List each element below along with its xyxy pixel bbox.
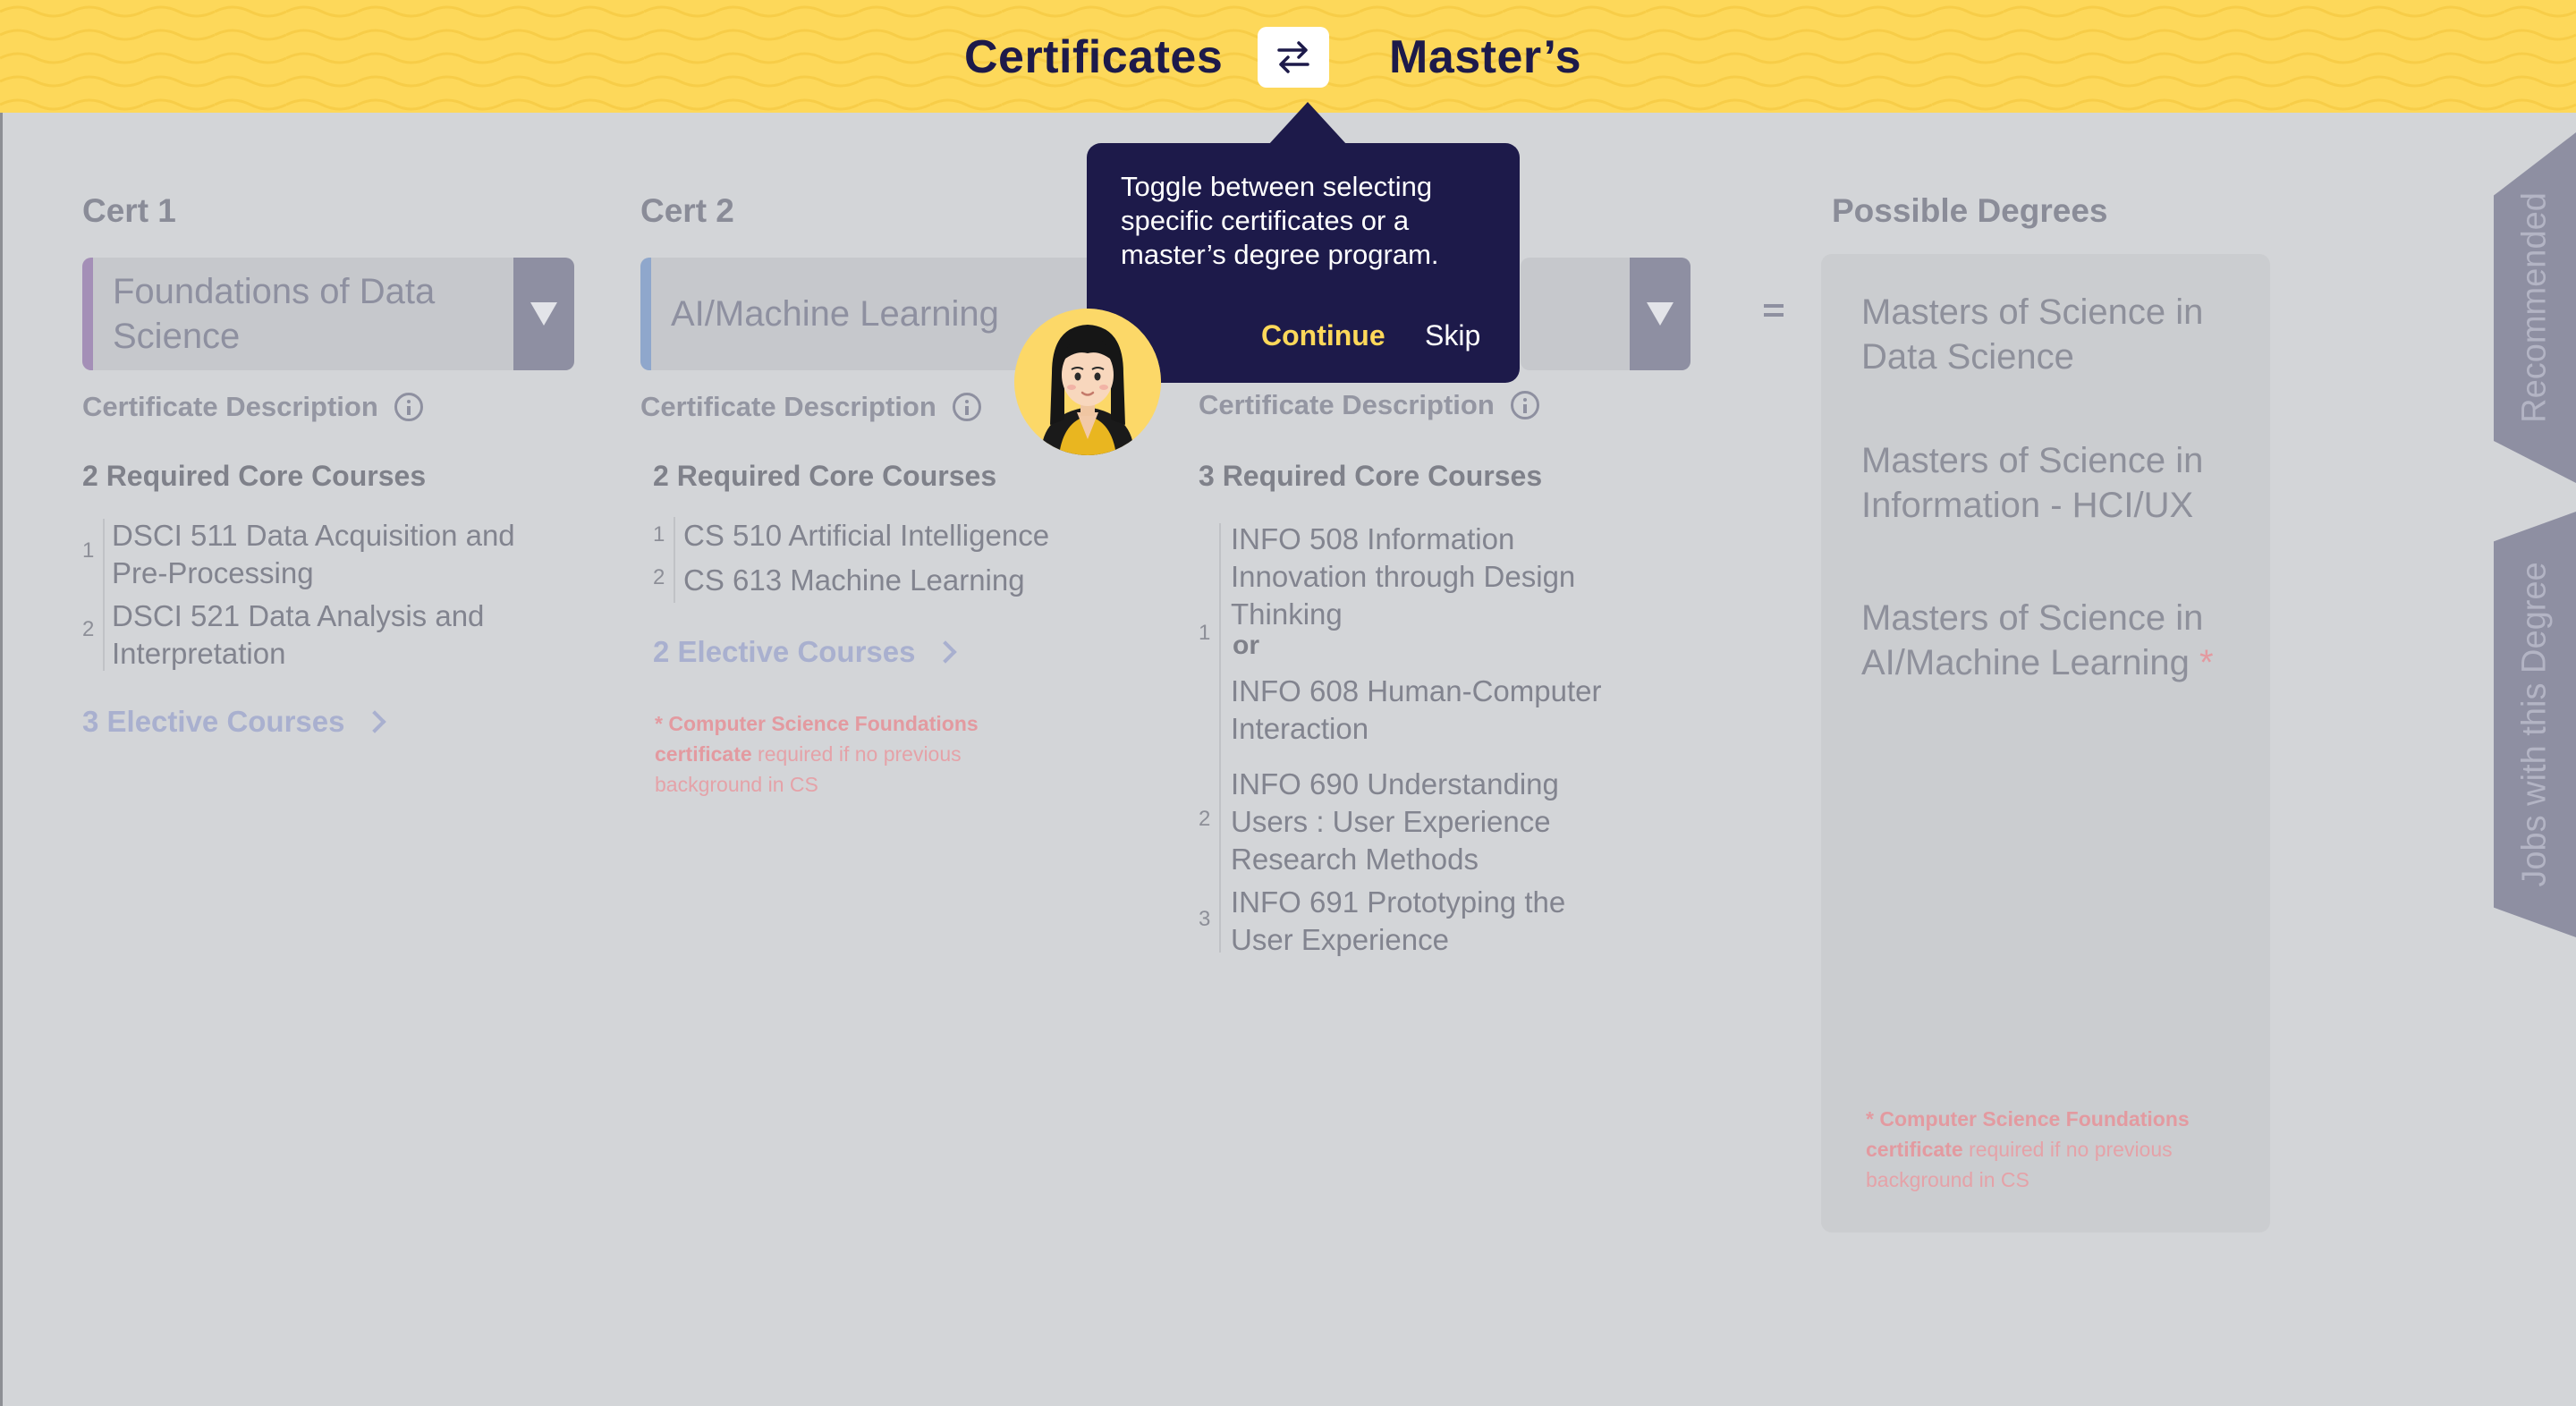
cert2-description-link[interactable]: Certificate Description <box>640 391 981 423</box>
swap-arrows-icon <box>1277 41 1309 73</box>
masters-mode-label[interactable]: Master’s <box>1389 30 1581 84</box>
mode-header: Certificates Master’s <box>0 0 2576 113</box>
cert1-dropdown-caret[interactable] <box>513 258 574 370</box>
cert2-course-bracket <box>674 517 675 603</box>
course-number: 1 <box>653 522 665 546</box>
girl-avatar-icon <box>1014 309 1161 455</box>
course-number: 1 <box>82 538 95 563</box>
cert1-selected-value: Foundations of Data Science <box>113 272 436 356</box>
cert1-title: Cert 1 <box>82 192 176 229</box>
cert1-course-bracket <box>103 519 105 671</box>
course-number: 3 <box>1199 907 1211 931</box>
chevron-down-icon <box>1647 302 1674 326</box>
course-item: CS 613 Machine Learning <box>683 563 1025 597</box>
tooltip-message: Toggle between selecting specific certif… <box>1121 171 1439 270</box>
info-icon <box>1510 391 1539 419</box>
cert3-dropdown-caret[interactable] <box>1630 258 1690 370</box>
cert1-description-link[interactable]: Certificate Description <box>82 391 423 423</box>
guide-avatar <box>1014 309 1161 455</box>
possible-degrees-panel: Masters of Science in Data Science Master… <box>1821 254 2270 1232</box>
course-item: INFO 508 Information Innovation through D… <box>1231 522 1576 631</box>
cert1-elective-courses-link[interactable]: 3 Elective Courses <box>82 705 386 739</box>
course-item: INFO 691 Prototyping the User Experience <box>1231 885 1566 956</box>
cert1-dropdown[interactable]: Foundations of Data Science <box>82 258 574 370</box>
degree-option[interactable]: Masters of Science in AI/Machine Learnin… <box>1861 596 2214 685</box>
or-separator: or <box>1233 631 1259 660</box>
cert2-title: Cert 2 <box>640 192 734 229</box>
recommended-tab[interactable]: Recommended <box>2494 132 2576 483</box>
cert3-course-bracket <box>1219 523 1221 953</box>
chevron-down-icon <box>530 302 557 326</box>
cert3-description-link[interactable]: Certificate Description <box>1199 389 1539 421</box>
info-icon <box>394 393 423 421</box>
degree-option[interactable]: Masters of Science in Information - HCI/U… <box>1861 438 2203 528</box>
cert3-core-heading: 3 Required Core Courses <box>1199 460 1543 492</box>
jobs-with-degree-tab[interactable]: Jobs with this Degree <box>2494 512 2576 937</box>
course-number: 2 <box>1199 807 1211 831</box>
cert3-dropdown[interactable] <box>1521 258 1690 370</box>
cert2-core-heading: 2 Required Core Courses <box>653 460 997 492</box>
possible-degrees-title: Possible Degrees <box>1832 192 2108 229</box>
cert2-elective-courses-link[interactable]: 2 Elective Courses <box>653 635 957 669</box>
chevron-right-icon <box>362 710 386 733</box>
course-number: 2 <box>653 565 665 589</box>
cs-foundations-note: * Computer Science Foundations certifica… <box>1866 1107 2190 1191</box>
course-item: INFO 690 Understanding Users : User Exper… <box>1231 767 1559 876</box>
required-asterisk: * <box>2199 643 2214 682</box>
tooltip-pointer <box>1268 102 1347 145</box>
mode-toggle-button[interactable] <box>1258 27 1329 88</box>
cert1-accent-bar <box>82 258 93 370</box>
cs-foundations-note: * Computer Science Foundations certifica… <box>655 712 979 796</box>
equals-icon <box>1764 304 1784 322</box>
certificates-mode-label[interactable]: Certificates <box>964 30 1223 84</box>
course-item: INFO 608 Human-Computer Interaction <box>1231 674 1602 745</box>
cert2-accent-bar <box>640 258 651 370</box>
course-number: 1 <box>1199 621 1211 645</box>
course-item: DSCI 521 Data Analysis and Interpretation <box>112 599 485 670</box>
info-icon <box>952 393 981 421</box>
cert2-selected-value: AI/Machine Learning <box>671 294 999 334</box>
cert1-core-heading: 2 Required Core Courses <box>82 460 427 492</box>
course-number: 2 <box>82 617 95 641</box>
course-item: CS 510 Artificial Intelligence <box>683 519 1050 552</box>
skip-button[interactable]: Skip <box>1425 319 1480 352</box>
degree-option[interactable]: Masters of Science in Data Science <box>1861 290 2203 379</box>
course-item: DSCI 511 Data Acquisition and Pre-Process… <box>112 519 515 589</box>
chevron-right-icon <box>933 640 957 664</box>
continue-button[interactable]: Continue <box>1261 319 1385 352</box>
page-edge <box>0 113 3 1406</box>
